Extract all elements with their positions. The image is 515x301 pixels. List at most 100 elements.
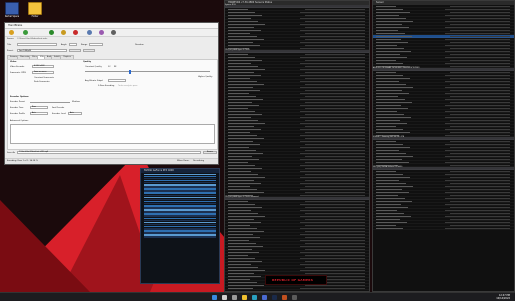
range-select[interactable] bbox=[89, 43, 103, 46]
preview-icon[interactable] bbox=[99, 30, 104, 35]
multipass-checkbox[interactable]: 2-Pass Encoding bbox=[98, 85, 114, 87]
sensor-bar bbox=[228, 152, 263, 154]
sensor-values-bar bbox=[445, 50, 510, 52]
sensor-values-bar bbox=[300, 269, 365, 271]
sensor-bar bbox=[228, 29, 261, 31]
desktop-icon[interactable]: Kerbal Space bbox=[3, 2, 21, 18]
encoder-level-value: Auto bbox=[70, 113, 74, 114]
encoder-profile-select[interactable]: Auto bbox=[30, 112, 48, 115]
search-icon[interactable] bbox=[222, 294, 227, 300]
handbrake-icon[interactable] bbox=[282, 294, 287, 300]
encoder-select[interactable]: H.265 (x265) bbox=[32, 65, 54, 68]
sensor-bar bbox=[376, 152, 406, 154]
when-done-value[interactable]: Do nothing bbox=[193, 160, 204, 162]
sensor-values-bar bbox=[450, 164, 510, 166]
steam-icon[interactable] bbox=[272, 294, 277, 300]
sensor-bar bbox=[228, 227, 257, 229]
sensor-values-bar bbox=[305, 230, 365, 232]
clock[interactable]: 12:47 PM 10/14/2022 bbox=[496, 294, 510, 301]
pfr-radio[interactable]: Peak Framerate bbox=[34, 81, 50, 83]
reset-button[interactable] bbox=[83, 49, 95, 52]
browse-button[interactable]: Browse bbox=[203, 151, 217, 154]
sensor-bar bbox=[376, 128, 403, 130]
open-source-icon[interactable] bbox=[9, 30, 14, 35]
encoder-profile-value: Auto bbox=[32, 113, 36, 114]
rog-logo-text: REPUBLIC OF GAMERS bbox=[272, 278, 314, 282]
sensor-bar bbox=[376, 26, 409, 28]
desktop-icon-label: Folder bbox=[31, 15, 39, 18]
start-encode-icon[interactable] bbox=[49, 30, 54, 35]
encoder-preset-label: Encoder Preset bbox=[10, 101, 26, 103]
sensor-bar bbox=[376, 50, 411, 52]
edge-icon[interactable] bbox=[252, 294, 257, 300]
pause-encode-icon[interactable] bbox=[61, 30, 66, 35]
sensor-bar bbox=[376, 20, 413, 22]
sensor-values-bar bbox=[445, 44, 510, 46]
start-icon[interactable] bbox=[212, 294, 217, 300]
advanced-options-input[interactable] bbox=[10, 124, 215, 144]
sensor-bar bbox=[228, 17, 251, 19]
encoder-preset-slider[interactable] bbox=[30, 102, 70, 103]
desktop-icon[interactable]: Folder bbox=[26, 2, 44, 18]
sensor-values-bar bbox=[305, 101, 365, 103]
sensor-values-bar bbox=[305, 254, 365, 256]
task-view-icon[interactable] bbox=[232, 294, 237, 300]
col-sensor: Sensor bbox=[376, 1, 384, 4]
framerate-select[interactable]: Same as source bbox=[32, 71, 54, 74]
bitrate-radio[interactable]: Avg Bitrate (kbps) bbox=[85, 80, 103, 82]
quality-slider-handle[interactable] bbox=[129, 69, 131, 74]
save-preset-button[interactable] bbox=[69, 49, 81, 52]
sensor-values-bar bbox=[305, 137, 365, 139]
sensor-values-bar bbox=[305, 248, 365, 250]
queue-icon[interactable] bbox=[87, 30, 92, 35]
sensor-bar bbox=[376, 47, 404, 49]
sensor-bar bbox=[376, 176, 410, 178]
sensor-bar bbox=[228, 62, 251, 64]
encoder-level-select[interactable]: Auto bbox=[68, 112, 82, 115]
hwinfo-icon[interactable] bbox=[292, 294, 297, 300]
sensor-bar bbox=[228, 236, 260, 238]
sensor-values-bar bbox=[450, 89, 510, 91]
hwinfo-rows bbox=[373, 5, 514, 68]
sensor-values-bar bbox=[305, 179, 365, 181]
sensor-values-bar bbox=[450, 47, 510, 49]
sensor-bar bbox=[228, 275, 261, 277]
activity-log-icon[interactable] bbox=[111, 30, 116, 35]
sensor-values-bar bbox=[300, 239, 365, 241]
source-label: Source bbox=[7, 38, 14, 40]
cq-radio[interactable]: Constant Quality bbox=[85, 66, 102, 68]
sensor-bar bbox=[228, 281, 257, 283]
sensor-values-bar bbox=[305, 185, 365, 187]
save-as-input[interactable]: C:\Users\User\Videos\test-x265.mp4 bbox=[17, 151, 201, 154]
cfr-radio[interactable]: Constant Framerate bbox=[34, 77, 54, 79]
store-icon[interactable] bbox=[262, 294, 267, 300]
add-queue-icon[interactable] bbox=[23, 30, 28, 35]
turbo-checkbox[interactable]: Turbo analysis pass bbox=[118, 85, 137, 87]
gpu-monitor-title: NVIDIA GeForce RTX 4090 bbox=[141, 169, 219, 173]
sensor-values-bar bbox=[300, 122, 365, 124]
encoder-tune-select[interactable]: None bbox=[30, 106, 48, 109]
title-select[interactable] bbox=[17, 43, 57, 46]
sensor-bar bbox=[228, 35, 257, 37]
sensor-bar bbox=[376, 107, 408, 109]
sensor-bar bbox=[228, 77, 250, 79]
sensor-bar bbox=[376, 104, 401, 106]
stop-encode-icon[interactable] bbox=[73, 30, 78, 35]
sensor-values-bar bbox=[445, 134, 510, 136]
bitrate-input[interactable] bbox=[108, 79, 126, 82]
angle-select[interactable] bbox=[69, 43, 77, 46]
sensor-bar bbox=[376, 92, 409, 94]
sensor-values-bar bbox=[450, 83, 510, 85]
sensor-values-bar bbox=[305, 155, 365, 157]
quality-slider[interactable] bbox=[85, 71, 210, 72]
encode-status: Encoding: Pass 1 of 1, 34.28 % bbox=[7, 160, 38, 162]
file-explorer-icon[interactable] bbox=[242, 294, 247, 300]
sensor-values-bar bbox=[450, 200, 510, 202]
sensor-row[interactable] bbox=[373, 227, 514, 230]
sensor-values-bar bbox=[300, 62, 365, 64]
preset-select[interactable]: Fast 1080p30 bbox=[17, 49, 67, 52]
sensor-values-bar bbox=[305, 167, 365, 169]
sensor-bar bbox=[376, 89, 402, 91]
fast-decode-checkbox[interactable]: Fast Decode bbox=[52, 107, 64, 109]
sensor-bar bbox=[376, 101, 412, 103]
